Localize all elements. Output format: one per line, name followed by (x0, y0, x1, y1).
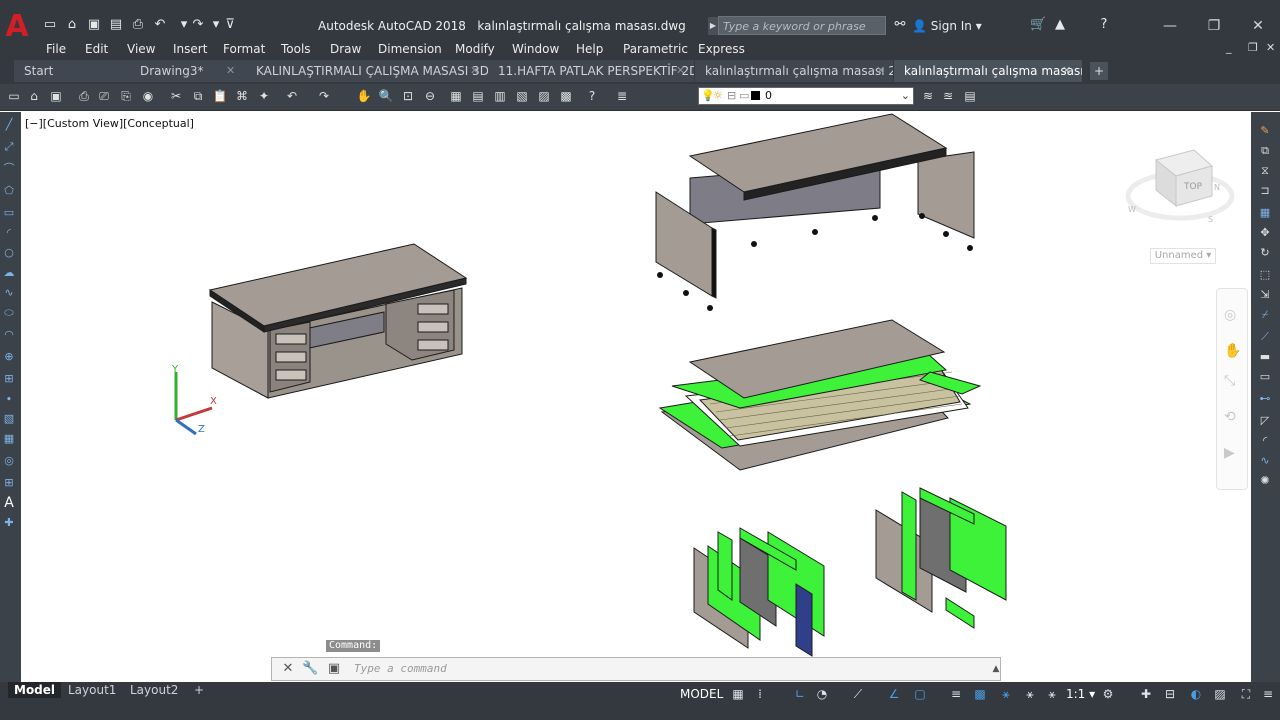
isodraft-icon[interactable]: ⟋ (850, 686, 866, 702)
customization-icon[interactable]: ≡ (1260, 686, 1276, 702)
exploded-drawer-unit-left (693, 527, 825, 657)
showmotion-icon[interactable]: ▶ (1224, 445, 1235, 461)
ortho-icon[interactable]: ∟ (792, 686, 808, 702)
isolate-objects-icon[interactable]: ◐ (1188, 686, 1204, 702)
compass-n-icon: N (1214, 183, 1220, 192)
pan-icon[interactable]: ✋ (1224, 343, 1241, 359)
lineweight-icon[interactable]: ≡ (948, 686, 964, 702)
polar-tracking-icon[interactable]: ◔ (814, 686, 830, 702)
command-history: Command: (326, 640, 381, 652)
transparency-icon[interactable]: ▩ (972, 686, 988, 702)
model-space-drawing: Y X Z TOP W N S (171, 113, 1235, 657)
model-space-toggle[interactable]: MODEL (680, 686, 723, 702)
clean-screen-icon[interactable]: ⛶ (1238, 686, 1254, 702)
units-icon[interactable]: ⊟ (1162, 686, 1178, 702)
selection-cycling-icon[interactable]: ⚹ (998, 686, 1014, 702)
annotation-visibility-icon[interactable]: ⚹ (1022, 686, 1038, 702)
snap-icon[interactable]: ⁞ (752, 686, 768, 702)
assembled-desk (208, 243, 468, 399)
orbit-icon[interactable]: ⟲ (1224, 409, 1236, 425)
add-layout-icon[interactable]: + (188, 682, 210, 698)
tab-layout2[interactable]: Layout2 (124, 682, 184, 698)
auto-scale-icon[interactable]: ⚹ (1044, 686, 1060, 702)
tab-model[interactable]: Model (8, 682, 62, 698)
right-side-panel (917, 151, 975, 239)
annotation-monitor-icon[interactable]: ✚ (1138, 686, 1154, 702)
ucs-icon: Y X Z (171, 364, 217, 436)
viewcube: TOP W N S (1125, 149, 1235, 224)
grid-icon[interactable]: ▦ (730, 686, 746, 702)
navigation-bar[interactable]: ◎ ✋ ⤡ ⟲ ▶ (1216, 288, 1248, 490)
command-input[interactable]: Type a command (354, 662, 447, 675)
compass-s-icon: S (1208, 215, 1213, 224)
workspace-gear-icon[interactable]: ⚙ (1100, 686, 1116, 702)
graphics-performance-icon[interactable]: ▨ (1212, 686, 1228, 702)
ucs-menu[interactable]: Unnamed ▾ (1150, 248, 1216, 264)
viewcube-face-label[interactable]: TOP (1183, 182, 1203, 192)
svg-text:Y: Y (171, 364, 179, 375)
recent-commands-icon[interactable]: ▣ (326, 661, 342, 677)
compass-w-icon: W (1128, 205, 1136, 214)
tab-layout1[interactable]: Layout1 (62, 682, 122, 698)
steering-wheel-icon[interactable]: ◎ (1224, 307, 1236, 323)
exploded-drawer-unit-right (875, 487, 1007, 629)
svg-text:Z: Z (198, 424, 205, 435)
object-snap-icon[interactable]: ▢ (912, 686, 928, 702)
exploded-desk-body (655, 113, 975, 311)
svg-text:X: X (210, 396, 217, 407)
annotation-scale[interactable]: 1:1 ▾ (1066, 686, 1095, 702)
close-icon[interactable]: ✕ (280, 661, 296, 677)
zoom-extents-icon[interactable]: ⤡ (1224, 373, 1235, 389)
exploded-top-layers (658, 319, 982, 471)
chevron-up-icon[interactable]: ▲ (988, 661, 1004, 677)
object-snap-tracking-icon[interactable]: ∠ (886, 686, 902, 702)
wrench-icon[interactable]: 🔧 (302, 661, 318, 677)
